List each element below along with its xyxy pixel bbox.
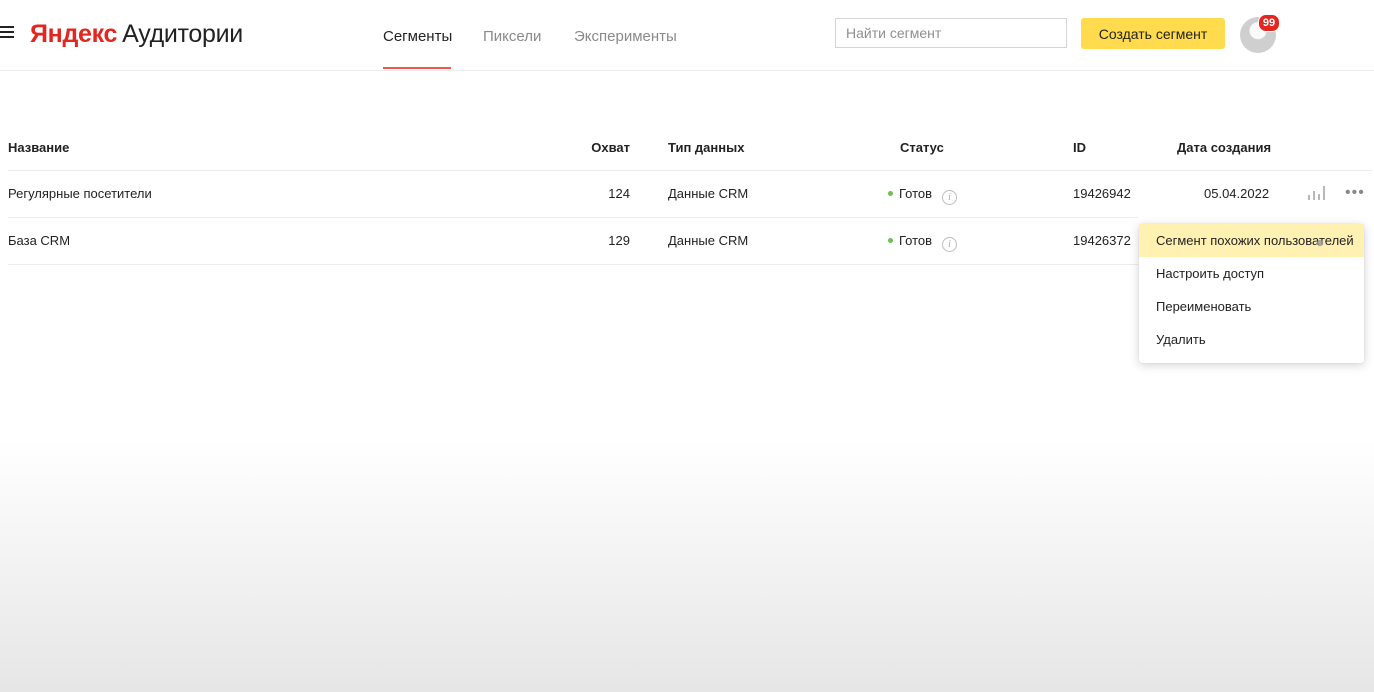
mouse-cursor-icon xyxy=(1316,239,1324,247)
header-divider xyxy=(8,170,1372,171)
app-logo[interactable]: Яндекс Аудитории xyxy=(30,20,243,49)
column-header-type[interactable]: Тип данных xyxy=(668,140,744,155)
segment-reach: 129 xyxy=(608,233,630,248)
top-header: Яндекс Аудитории Сегменты Пиксели Экспери… xyxy=(0,0,1374,71)
segment-status: Готов i xyxy=(888,233,958,252)
segment-date: 05.04.2022 xyxy=(1204,186,1270,201)
menu-item-rename[interactable]: Переименовать xyxy=(1139,290,1364,323)
column-header-id[interactable]: ID xyxy=(1073,140,1086,155)
segment-name[interactable]: Регулярные посетители xyxy=(8,186,152,201)
active-tab-underline xyxy=(383,67,451,69)
tab-pixels[interactable]: Пиксели xyxy=(483,28,541,45)
status-label: Готов xyxy=(899,186,933,201)
column-header-status[interactable]: Статус xyxy=(900,140,944,155)
menu-item-delete[interactable]: Удалить xyxy=(1139,323,1364,356)
search-input[interactable] xyxy=(835,18,1067,48)
status-ok-dot-icon xyxy=(888,238,893,243)
segment-type: Данные CRM xyxy=(668,233,749,248)
status-ok-dot-icon xyxy=(888,191,893,196)
menu-item-lookalike-segment[interactable]: Сегмент похожих пользователей xyxy=(1139,224,1364,257)
tab-segments[interactable]: Сегменты xyxy=(383,28,452,45)
statistics-icon[interactable] xyxy=(1308,184,1326,200)
row-context-menu: Сегмент похожих пользователей Настроить … xyxy=(1139,224,1364,363)
segment-reach: 124 xyxy=(608,186,630,201)
user-avatar[interactable]: 99 xyxy=(1240,14,1280,53)
segment-id: 19426372 xyxy=(1073,233,1131,248)
more-actions-icon[interactable]: ••• xyxy=(1345,185,1365,201)
segment-status: Готов i xyxy=(888,186,958,205)
column-header-reach[interactable]: Охват xyxy=(560,140,630,155)
segment-id: 19426942 xyxy=(1073,186,1131,201)
tab-experiments[interactable]: Эксперименты xyxy=(574,28,677,45)
menu-burger-icon[interactable] xyxy=(0,26,14,40)
column-header-date[interactable]: Дата создания xyxy=(1177,140,1271,155)
info-icon[interactable]: i xyxy=(942,190,958,205)
segment-type: Данные CRM xyxy=(668,186,749,201)
logo-brand: Яндекс xyxy=(30,20,118,48)
column-header-name[interactable]: Название xyxy=(8,140,69,155)
notifications-badge: 99 xyxy=(1258,14,1280,32)
row-divider xyxy=(8,264,1138,265)
create-segment-button[interactable]: Создать сегмент xyxy=(1081,18,1225,49)
logo-product: Аудитории xyxy=(122,20,243,48)
info-icon[interactable]: i xyxy=(942,237,958,252)
status-label: Готов xyxy=(899,233,933,248)
menu-item-access-settings[interactable]: Настроить доступ xyxy=(1139,257,1364,290)
row-divider xyxy=(8,217,1138,218)
segment-name[interactable]: База CRM xyxy=(8,233,70,248)
